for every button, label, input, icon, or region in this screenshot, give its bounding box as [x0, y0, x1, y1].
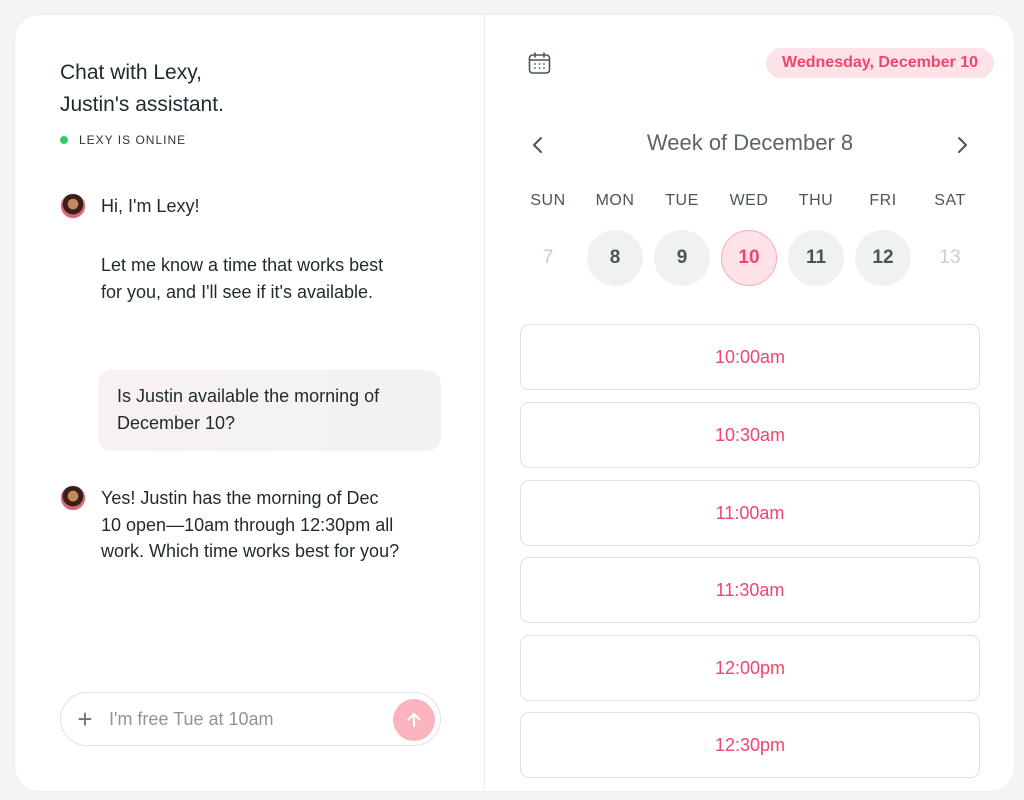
day-tue[interactable]: TUE 9 [654, 191, 710, 286]
chat-title-line1: Chat with Lexy, [60, 57, 224, 89]
time-slot-button[interactable]: 12:30pm [520, 712, 980, 778]
day-number-selected[interactable]: 10 [721, 230, 777, 286]
user-message: Is Justin available the morning of Decem… [117, 386, 379, 433]
selected-date-badge: Wednesday, December 10 [766, 48, 994, 78]
day-sun: SUN 7 [520, 191, 576, 286]
assistant-message: Let me know a time that works best for y… [101, 252, 401, 305]
online-status-label: LEXY IS ONLINE [79, 133, 186, 147]
day-number[interactable]: 9 [654, 230, 710, 286]
assistant-avatar [60, 485, 86, 511]
calendar-icon[interactable] [527, 51, 552, 76]
day-name: MON [587, 191, 643, 211]
day-number[interactable]: 8 [587, 230, 643, 286]
time-slot-button[interactable]: 10:30am [520, 402, 980, 468]
assistant-avatar [60, 193, 86, 219]
day-mon[interactable]: MON 8 [587, 191, 643, 286]
week-title: Week of December 8 [520, 130, 980, 156]
day-name: TUE [654, 191, 710, 211]
day-wed[interactable]: WED 10 [721, 191, 777, 286]
chat-title: Chat with Lexy, Justin's assistant. [60, 57, 224, 121]
day-number: 13 [922, 230, 978, 286]
day-name: SUN [520, 191, 576, 211]
chat-title-line2: Justin's assistant. [60, 89, 224, 121]
day-number[interactable]: 11 [788, 230, 844, 286]
time-slot-button[interactable]: 10:00am [520, 324, 980, 390]
message-composer: + [60, 692, 441, 746]
day-name: FRI [855, 191, 911, 211]
time-slot-button[interactable]: 11:30am [520, 557, 980, 623]
assistant-message: Yes! Justin has the morning of Dec 10 op… [101, 485, 401, 565]
day-thu[interactable]: THU 11 [788, 191, 844, 286]
scheduler-card: Chat with Lexy, Justin's assistant. LEXY… [15, 15, 1014, 791]
send-button[interactable] [393, 699, 435, 741]
arrow-up-icon [404, 710, 424, 730]
day-number: 7 [520, 230, 576, 286]
user-message-bubble: Is Justin available the morning of Decem… [98, 370, 441, 451]
attach-plus-icon[interactable]: + [61, 692, 109, 746]
time-slot-button[interactable]: 11:00am [520, 480, 980, 546]
message-input[interactable] [109, 709, 379, 730]
online-dot-icon [60, 136, 68, 144]
calendar-panel: Wednesday, December 10 Week of December … [486, 15, 1014, 791]
day-fri[interactable]: FRI 12 [855, 191, 911, 286]
day-name: SAT [922, 191, 978, 211]
chevron-right-icon[interactable] [950, 133, 974, 157]
time-slot-button[interactable]: 12:00pm [520, 635, 980, 701]
day-name: WED [721, 191, 777, 211]
online-status: LEXY IS ONLINE [60, 133, 186, 147]
week-navigation: Week of December 8 [520, 127, 980, 163]
day-sat: SAT 13 [922, 191, 978, 286]
chat-panel: Chat with Lexy, Justin's assistant. LEXY… [15, 15, 485, 791]
day-name: THU [788, 191, 844, 211]
assistant-message: Hi, I'm Lexy! [101, 193, 401, 220]
day-number[interactable]: 12 [855, 230, 911, 286]
